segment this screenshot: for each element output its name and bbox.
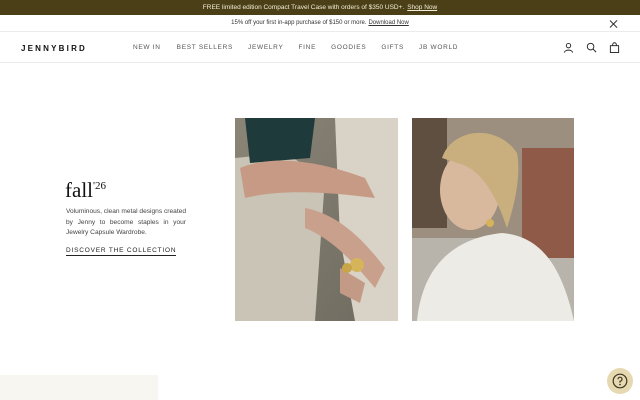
bag-icon[interactable] (609, 42, 620, 53)
collection-title: fall'26 (65, 178, 106, 202)
collection-description: Voluminous, clean metal designs created … (66, 208, 186, 236)
nav-new-in[interactable]: NEW IN (133, 44, 161, 51)
discover-collection-link[interactable]: DISCOVER THE COLLECTION (66, 247, 177, 256)
nav-jewelry[interactable]: JEWELRY (248, 44, 283, 51)
woman-portrait-photo[interactable] (412, 118, 574, 321)
close-icon[interactable] (609, 19, 618, 28)
app-promo-bar: 15% off your first in-app purchase of $1… (0, 15, 640, 32)
nav-goodies[interactable]: GOODIES (331, 44, 366, 51)
nav-best-sellers[interactable]: BEST SELLERS (177, 44, 233, 51)
nav-gifts[interactable]: GIFTS (381, 44, 404, 51)
hands-ring-photo[interactable] (235, 118, 398, 321)
collection-year: '26 (92, 180, 106, 192)
header-icons (563, 42, 620, 53)
site-header: JENNYBIRD NEW IN BEST SELLERS JEWELRY FI… (0, 33, 640, 63)
app-promo-text: 15% off your first in-app purchase of $1… (231, 20, 367, 26)
account-icon[interactable] (563, 42, 574, 53)
promo-text: FREE limited edition Compact Travel Case… (202, 4, 405, 11)
search-icon[interactable] (586, 42, 597, 53)
help-button[interactable] (607, 368, 633, 394)
main-nav: NEW IN BEST SELLERS JEWELRY FINE GOODIES… (133, 44, 458, 51)
nav-fine[interactable]: FINE (299, 44, 317, 51)
promo-bar: FREE limited edition Compact Travel Case… (0, 0, 640, 15)
bottom-strip (0, 375, 158, 400)
question-icon (612, 373, 628, 389)
logo[interactable]: JENNYBIRD (21, 44, 87, 53)
download-now-link[interactable]: Download Now (368, 20, 408, 26)
shop-now-link[interactable]: Shop Now (407, 4, 437, 11)
nav-jb-world[interactable]: JB WORLD (419, 44, 458, 51)
